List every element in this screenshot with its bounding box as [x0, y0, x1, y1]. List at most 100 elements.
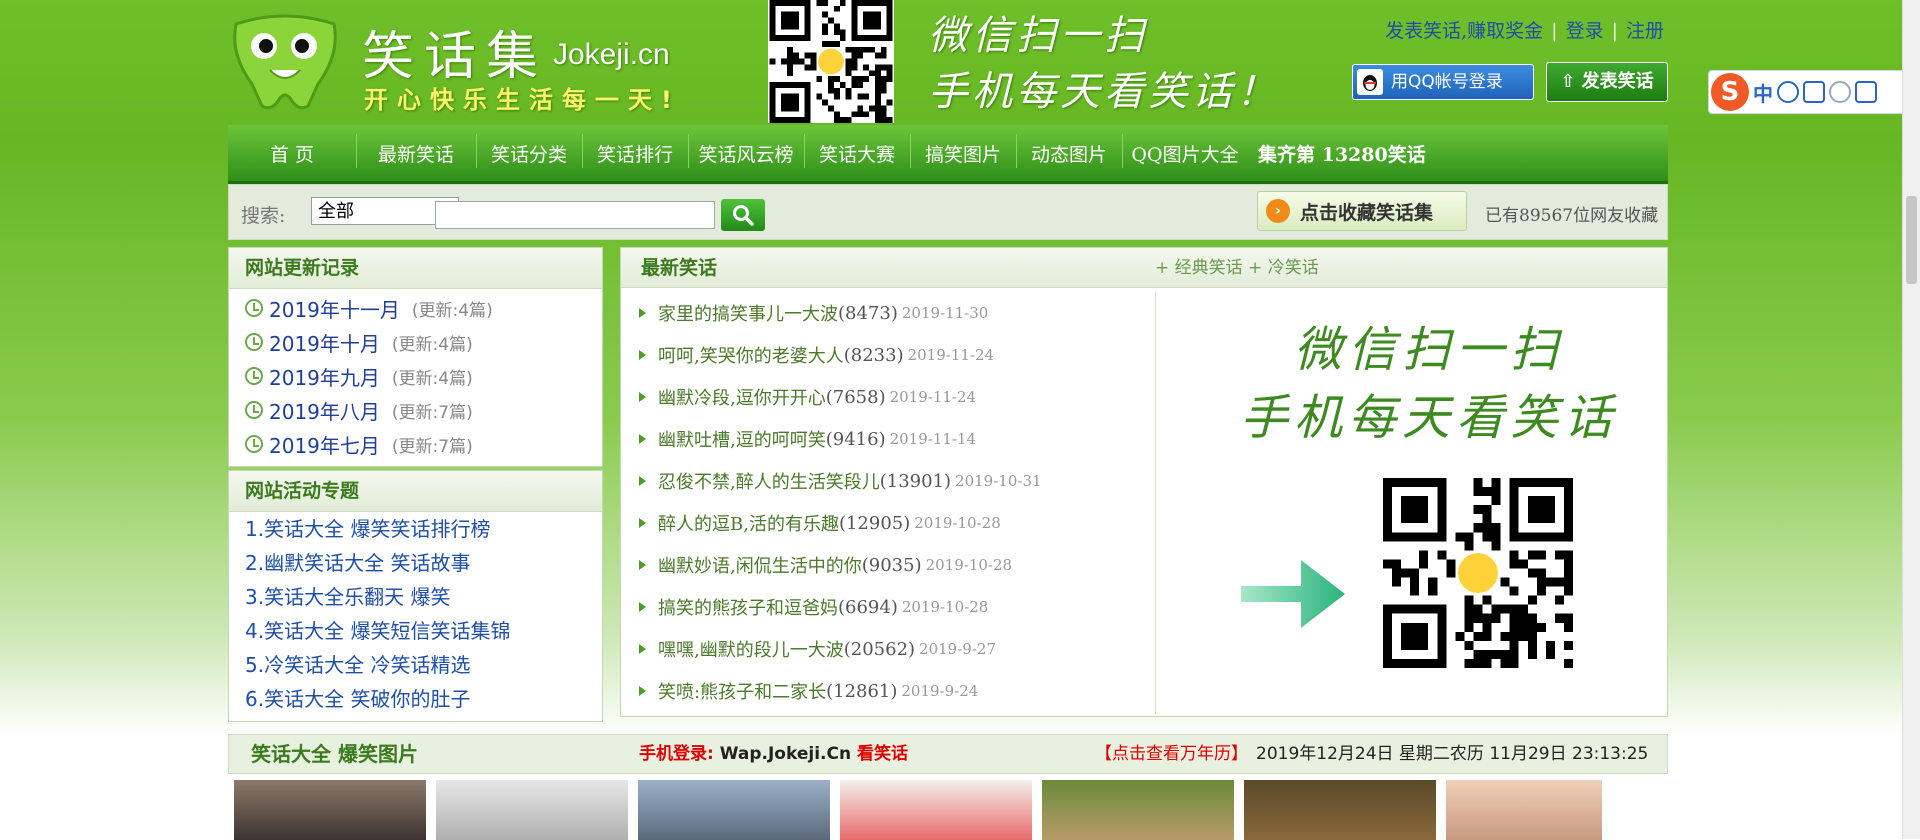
joke-title-link[interactable]: 幽默妙语,闲侃生活中的你: [658, 552, 862, 578]
joke-date: 2019-10-31: [955, 472, 1042, 490]
activity-link[interactable]: 5.冷笑话大全 冷笑话精选: [229, 648, 602, 682]
update-count: (更新:4篇): [391, 334, 473, 355]
post-earn-link[interactable]: 发表笑话,赚取奖金: [1385, 20, 1543, 42]
site-domain[interactable]: Jokeji.cn: [553, 38, 670, 72]
thumbnail-image[interactable]: [840, 780, 1032, 840]
funny-pics-title[interactable]: 笑话大全 爆笑图片: [251, 735, 418, 773]
update-month-link[interactable]: 2019年十一月: [269, 294, 400, 323]
joke-view-count: (9416): [825, 428, 886, 450]
thumbnail-image[interactable]: [1244, 780, 1436, 840]
divider: |: [1551, 20, 1558, 42]
user-icon[interactable]: [1829, 81, 1851, 103]
joke-list-item[interactable]: 嘿嘿,幽默的段儿一大波 (20562) 2019-9-27: [621, 628, 1155, 670]
mobile-login-label: 手机登录:: [639, 744, 714, 764]
joke-title-link[interactable]: 嘿嘿,幽默的段儿一大波: [658, 636, 844, 662]
joke-list-item[interactable]: 幽默吐槽,逗的呵呵笑 (9416) 2019-11-14: [621, 418, 1155, 460]
site-title[interactable]: 笑话集: [362, 14, 548, 89]
vertical-scrollbar[interactable]: [1902, 0, 1920, 839]
update-month-link[interactable]: 2019年八月: [269, 396, 380, 425]
joke-list-item[interactable]: 家里的搞笑事儿一大波 (8473) 2019-11-30: [621, 292, 1155, 334]
search-bar: 搜索: 全部 ▼ › 点击收藏笑话集 已有89567位网友收藏: [228, 184, 1668, 240]
add-favorite-button[interactable]: › 点击收藏笑话集: [1257, 191, 1467, 231]
sogou-logo-icon[interactable]: S: [1711, 73, 1749, 111]
activity-link[interactable]: 2.幽默笑话大全 笑话故事: [229, 546, 602, 580]
joke-list-item[interactable]: 醉人的逗B,活的有乐趣 (12905) 2019-10-28: [621, 502, 1155, 544]
joke-list-item[interactable]: 忍俊不禁,醉人的生活笑段儿 (13901) 2019-10-31: [621, 460, 1155, 502]
joke-title-link[interactable]: 醉人的逗B,活的有乐趣: [658, 510, 839, 536]
joke-title-link[interactable]: 笑喷:熊孩子和二家长: [658, 678, 826, 704]
joke-title-link[interactable]: 搞笑的熊孩子和逗爸妈: [658, 594, 838, 620]
more-category-links[interactable]: + 经典笑话 + 冷笑话: [1155, 248, 1319, 288]
joke-view-count: (20562): [843, 638, 916, 660]
bullet-triangle-icon: [639, 434, 646, 444]
joke-title-link[interactable]: 忍俊不禁,醉人的生活笑段儿: [658, 468, 880, 494]
promo-text: 微信扫一扫 手机每天看笑话: [1199, 316, 1659, 452]
scrollbar-thumb[interactable]: [1906, 196, 1917, 284]
top-links: 发表笑话,赚取奖金 | 登录 | 注册: [1385, 16, 1664, 43]
login-link[interactable]: 登录: [1566, 20, 1604, 42]
nav-qq-pics[interactable]: QQ图片大全: [1122, 133, 1248, 168]
ime-mode-toggle[interactable]: 中: [1753, 78, 1773, 107]
nav-gif-pics[interactable]: 动态图片: [1016, 133, 1122, 168]
divider: |: [1611, 20, 1618, 42]
thumbnail-image[interactable]: [436, 780, 628, 840]
activity-link[interactable]: 4.笑话大全 爆笑短信笑话集锦: [229, 614, 602, 648]
activity-link[interactable]: 1.笑话大全 爆笑笑话排行榜: [229, 512, 602, 546]
grid-menu-icon[interactable]: [1855, 81, 1877, 103]
thumbnail-image[interactable]: [234, 780, 426, 840]
nav-funny-pics[interactable]: 搞笑图片: [910, 133, 1016, 168]
activity-link[interactable]: 6.笑话大全 笑破你的肚子: [229, 682, 602, 716]
joke-list-item[interactable]: 呵呵,笑哭你的老婆大人 (8233) 2019-11-24: [621, 334, 1155, 376]
register-link[interactable]: 注册: [1626, 20, 1664, 42]
calendar-link[interactable]: 【点击查看万年历】: [1095, 744, 1248, 764]
joke-list-item[interactable]: 幽默冷段,逗你开开心 (7658) 2019-11-24: [621, 376, 1155, 418]
update-count: (更新:7篇): [391, 436, 473, 457]
nav-hot-board[interactable]: 笑话风云榜: [688, 133, 804, 168]
clock-icon: [245, 435, 263, 453]
joke-view-count: (12861): [826, 680, 898, 702]
post-joke-button[interactable]: ⇧ 发表笑话: [1546, 62, 1668, 102]
update-month-link[interactable]: 2019年七月: [269, 430, 380, 459]
joke-list-item[interactable]: 笑喷:熊孩子和二家长 (12861) 2019-9-24: [621, 670, 1155, 712]
nav-ranking[interactable]: 笑话排行: [582, 133, 688, 168]
update-log-item[interactable]: 2019年七月 (更新:7篇): [229, 427, 602, 461]
update-month-link[interactable]: 2019年十月: [269, 328, 380, 357]
bullet-triangle-icon: [639, 518, 646, 528]
joke-title-link[interactable]: 家里的搞笑事儿一大波: [658, 300, 838, 326]
joke-list-item[interactable]: 搞笑的熊孩子和逗爸妈 (6694) 2019-10-28: [621, 586, 1155, 628]
nav-latest[interactable]: 最新笑话: [356, 133, 476, 168]
nav-home[interactable]: 首 页: [228, 140, 356, 167]
thumbnail-image[interactable]: [1042, 780, 1234, 840]
update-log-item[interactable]: 2019年八月 (更新:7篇): [229, 393, 602, 427]
wechat-qr-code: [1383, 478, 1573, 668]
keyboard-icon[interactable]: [1803, 81, 1825, 103]
nav-categories[interactable]: 笑话分类: [476, 133, 582, 168]
qq-login-button[interactable]: 用QQ帐号登录: [1352, 64, 1534, 100]
joke-date: 2019-11-30: [901, 304, 989, 322]
update-log-title: 网站更新记录: [229, 248, 602, 289]
bullet-triangle-icon: [639, 560, 646, 570]
search-input[interactable]: [435, 201, 715, 229]
logo-mascot-icon[interactable]: [228, 14, 342, 114]
joke-title-link[interactable]: 幽默吐槽,逗的呵呵笑: [658, 426, 826, 452]
thumbnail-image[interactable]: [638, 780, 830, 840]
joke-list-item[interactable]: 幽默妙语,闲侃生活中的你 (9035) 2019-10-28: [621, 544, 1155, 586]
joke-title-link[interactable]: 呵呵,笑哭你的老婆大人: [658, 342, 844, 368]
joke-date: 2019-11-24: [907, 346, 995, 364]
activity-link[interactable]: 3.笑话大全乐翻天 爆笑: [229, 580, 602, 614]
emoji-icon[interactable]: [1777, 81, 1799, 103]
mobile-site-link[interactable]: Wap.Jokeji.Cn: [720, 744, 851, 764]
update-month-link[interactable]: 2019年九月: [269, 362, 380, 391]
qq-penguin-icon: [1357, 69, 1383, 95]
joke-date: 2019-11-24: [889, 388, 977, 406]
page-wrapper: 笑话集 Jokeji.cn 开心快乐生活每一天! 微信扫一扫 手机每天看笑话！ …: [228, 0, 1668, 840]
update-log-item[interactable]: 2019年十月 (更新:4篇): [229, 325, 602, 359]
thumbnail-image[interactable]: [1446, 780, 1602, 840]
search-category-value: 全部: [318, 201, 354, 222]
nav-contest[interactable]: 笑话大赛: [804, 133, 910, 168]
update-log-item[interactable]: 2019年九月 (更新:4篇): [229, 359, 602, 393]
joke-title-link[interactable]: 幽默冷段,逗你开开心: [658, 384, 826, 410]
search-button[interactable]: [721, 199, 765, 231]
clock-icon: [245, 367, 263, 385]
update-log-item[interactable]: 2019年十一月 (更新:4篇): [229, 291, 602, 325]
